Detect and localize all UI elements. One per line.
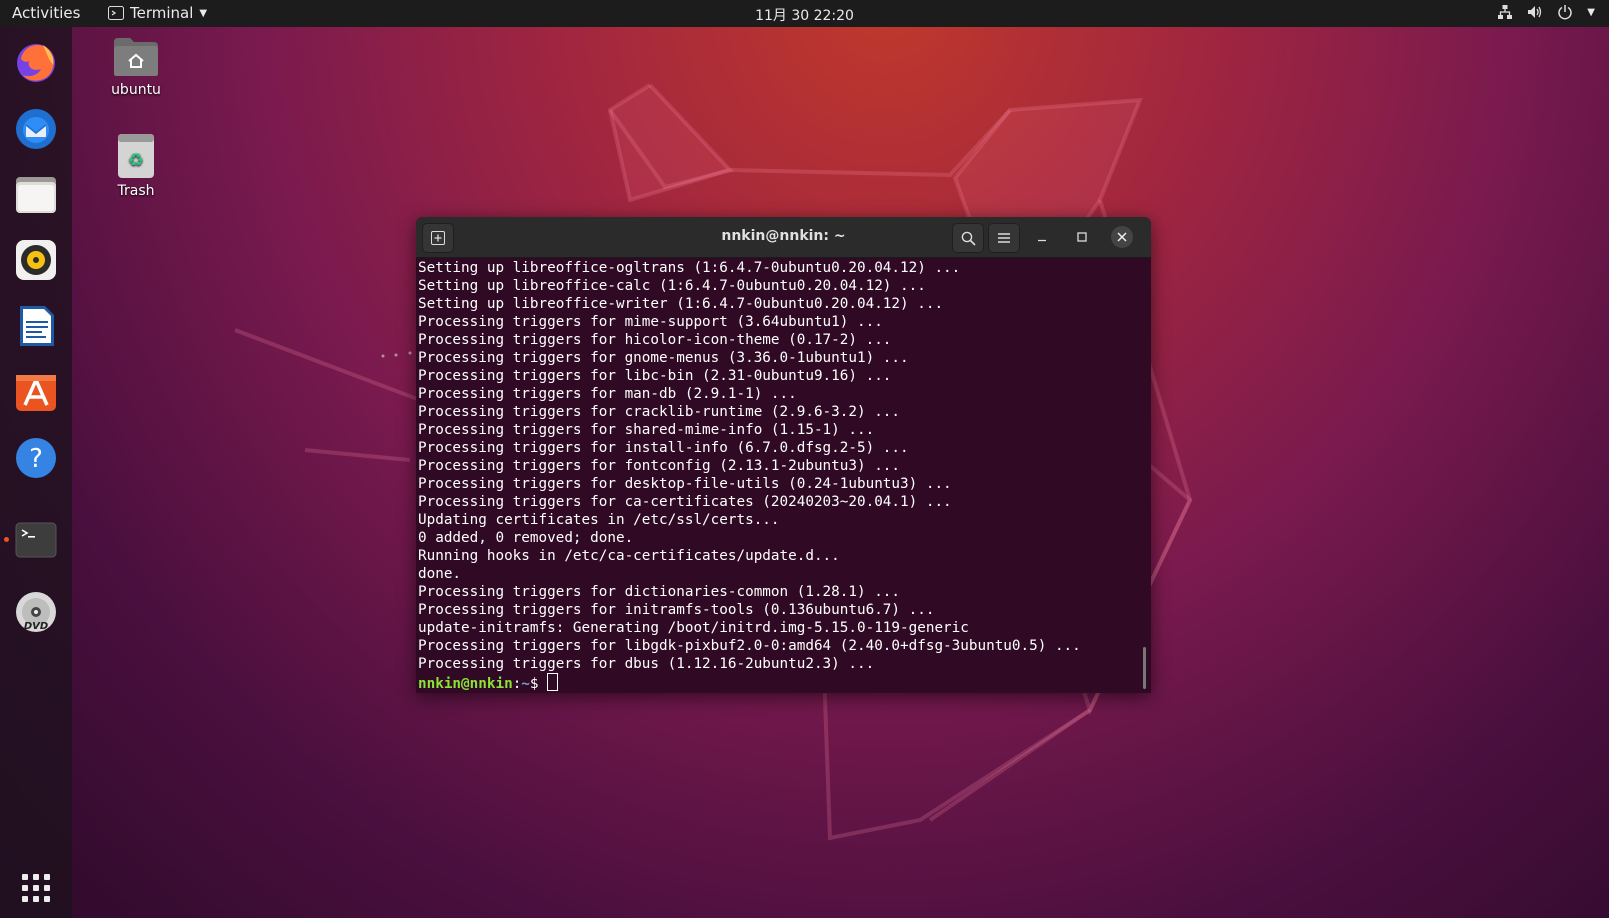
top-bar: Activities Terminal ▼ 11月 30 22:20 ▼ (0, 0, 1609, 27)
dock-dvd[interactable]: DVD (13, 589, 59, 635)
terminal-line: Processing triggers for cracklib-runtime… (418, 404, 901, 420)
terminal-line: Processing triggers for install-info (6.… (418, 440, 909, 456)
terminal-window[interactable]: nnkin@nnkin: ~ Setting up libreoffice-og… (416, 217, 1151, 693)
terminal-line: Processing triggers for shared-mime-info… (418, 422, 875, 438)
dvd-icon: DVD (16, 592, 56, 632)
volume-icon (1528, 6, 1542, 18)
dock-rhythmbox[interactable] (13, 237, 59, 283)
prompt-symbol: $ (529, 676, 548, 691)
search-button[interactable] (952, 223, 984, 253)
grid-icon (22, 874, 50, 902)
firefox-icon (17, 44, 55, 82)
prompt-path: ~ (521, 676, 530, 691)
system-menu-chevron-icon: ▼ (1587, 6, 1595, 18)
app-menu[interactable]: Terminal ▼ (108, 4, 207, 22)
power-icon (1558, 5, 1573, 20)
terminal-line: Setting up libreoffice-ogltrans (1:6.4.7… (418, 260, 961, 276)
terminal-lines: Setting up libreoffice-ogltrans (1:6.4.7… (418, 259, 1136, 673)
app-menu-label: Terminal (130, 4, 194, 22)
terminal-line: Processing triggers for dbus (1.12.16-2u… (418, 656, 875, 672)
files-icon (16, 177, 56, 213)
thunderbird-icon (16, 109, 56, 149)
terminal-line: Processing triggers for libgdk-pixbuf2.0… (418, 638, 1081, 654)
terminal-line: Processing triggers for dictionaries-com… (418, 584, 901, 600)
trash-icon: ♻ (118, 134, 154, 178)
terminal-scrollbar[interactable] (1143, 647, 1146, 689)
terminal-line: 0 added, 0 removed; done. (418, 530, 634, 546)
terminal-small-icon (108, 6, 124, 20)
home-folder-label: ubuntu (111, 82, 161, 98)
dock-terminal[interactable] (13, 517, 59, 563)
text-cursor (547, 673, 559, 691)
trash-label: Trash (117, 183, 155, 199)
activities-button[interactable]: Activities (12, 4, 80, 22)
chevron-down-icon: ▼ (199, 7, 208, 19)
prompt-user: nnkin@nnkin (418, 676, 513, 691)
show-applications-button[interactable] (13, 865, 59, 911)
terminal-line: Processing triggers for man-db (2.9.1-1)… (418, 386, 797, 402)
terminal-line: Processing triggers for gnome-menus (3.3… (418, 350, 909, 366)
new-tab-icon (431, 231, 445, 245)
terminal-line: Updating certificates in /etc/ssl/certs.… (418, 512, 780, 528)
terminal-line: Setting up libreoffice-calc (1:6.4.7-0ub… (418, 278, 926, 294)
rhythmbox-icon (16, 240, 56, 280)
dock-help[interactable]: ? (13, 435, 59, 481)
svg-text:?: ? (29, 444, 43, 474)
search-icon (961, 231, 976, 246)
dock: ? DVD (0, 27, 72, 918)
terminal-output[interactable]: Setting up libreoffice-ogltrans (1:6.4.7… (418, 259, 1136, 691)
terminal-line: Processing triggers for hicolor-icon-the… (418, 332, 892, 348)
minimize-icon (1038, 239, 1046, 242)
running-indicator (4, 537, 9, 542)
terminal-line: Processing triggers for initramfs-tools … (418, 602, 935, 618)
terminal-icon (15, 522, 57, 558)
clock[interactable]: 11月 30 22:20 (755, 8, 854, 24)
minimize-button[interactable] (1031, 226, 1053, 248)
new-tab-button[interactable] (422, 223, 454, 253)
system-tray[interactable]: ▼ (1497, 4, 1595, 20)
prompt-separator: : (512, 676, 522, 691)
maximize-icon (1077, 232, 1087, 242)
dvd-label: DVD (24, 621, 48, 632)
terminal-prompt-line[interactable]: nnkin@nnkin:~$ (418, 673, 1136, 691)
close-button[interactable] (1111, 226, 1133, 248)
terminal-line: Processing triggers for ca-certificates … (418, 494, 952, 510)
dock-firefox[interactable] (13, 39, 59, 85)
terminal-line: Running hooks in /etc/ca-certificates/up… (418, 548, 840, 564)
dock-files[interactable] (13, 171, 59, 217)
dock-thunderbird[interactable] (13, 105, 59, 151)
home-folder-icon (114, 38, 158, 76)
terminal-line: Setting up libreoffice-writer (1:6.4.7-0… (418, 296, 944, 312)
software-icon (16, 375, 56, 411)
writer-icon (20, 306, 54, 346)
desktop-home-folder[interactable]: ubuntu (96, 36, 176, 98)
maximize-button[interactable] (1071, 226, 1093, 248)
svg-text:♻: ♻ (128, 150, 144, 171)
menu-button[interactable] (988, 223, 1020, 253)
terminal-line: Processing triggers for fontconfig (2.13… (418, 458, 901, 474)
terminal-line: Processing triggers for libc-bin (2.31-0… (418, 368, 892, 384)
terminal-line: Processing triggers for desktop-file-uti… (418, 476, 952, 492)
terminal-line: done. (418, 566, 462, 582)
close-icon (1117, 232, 1127, 242)
dock-ubuntu-software[interactable] (13, 369, 59, 415)
network-icon (1498, 5, 1513, 19)
terminal-line: update-initramfs: Generating /boot/initr… (418, 620, 969, 636)
desktop-trash[interactable]: ♻ Trash (96, 133, 176, 199)
terminal-line: Processing triggers for mime-support (3.… (418, 314, 883, 330)
help-icon: ? (16, 438, 56, 478)
dock-writer[interactable] (13, 303, 59, 349)
terminal-header-bar[interactable]: nnkin@nnkin: ~ (416, 217, 1151, 258)
hamburger-menu-icon (998, 233, 1010, 243)
